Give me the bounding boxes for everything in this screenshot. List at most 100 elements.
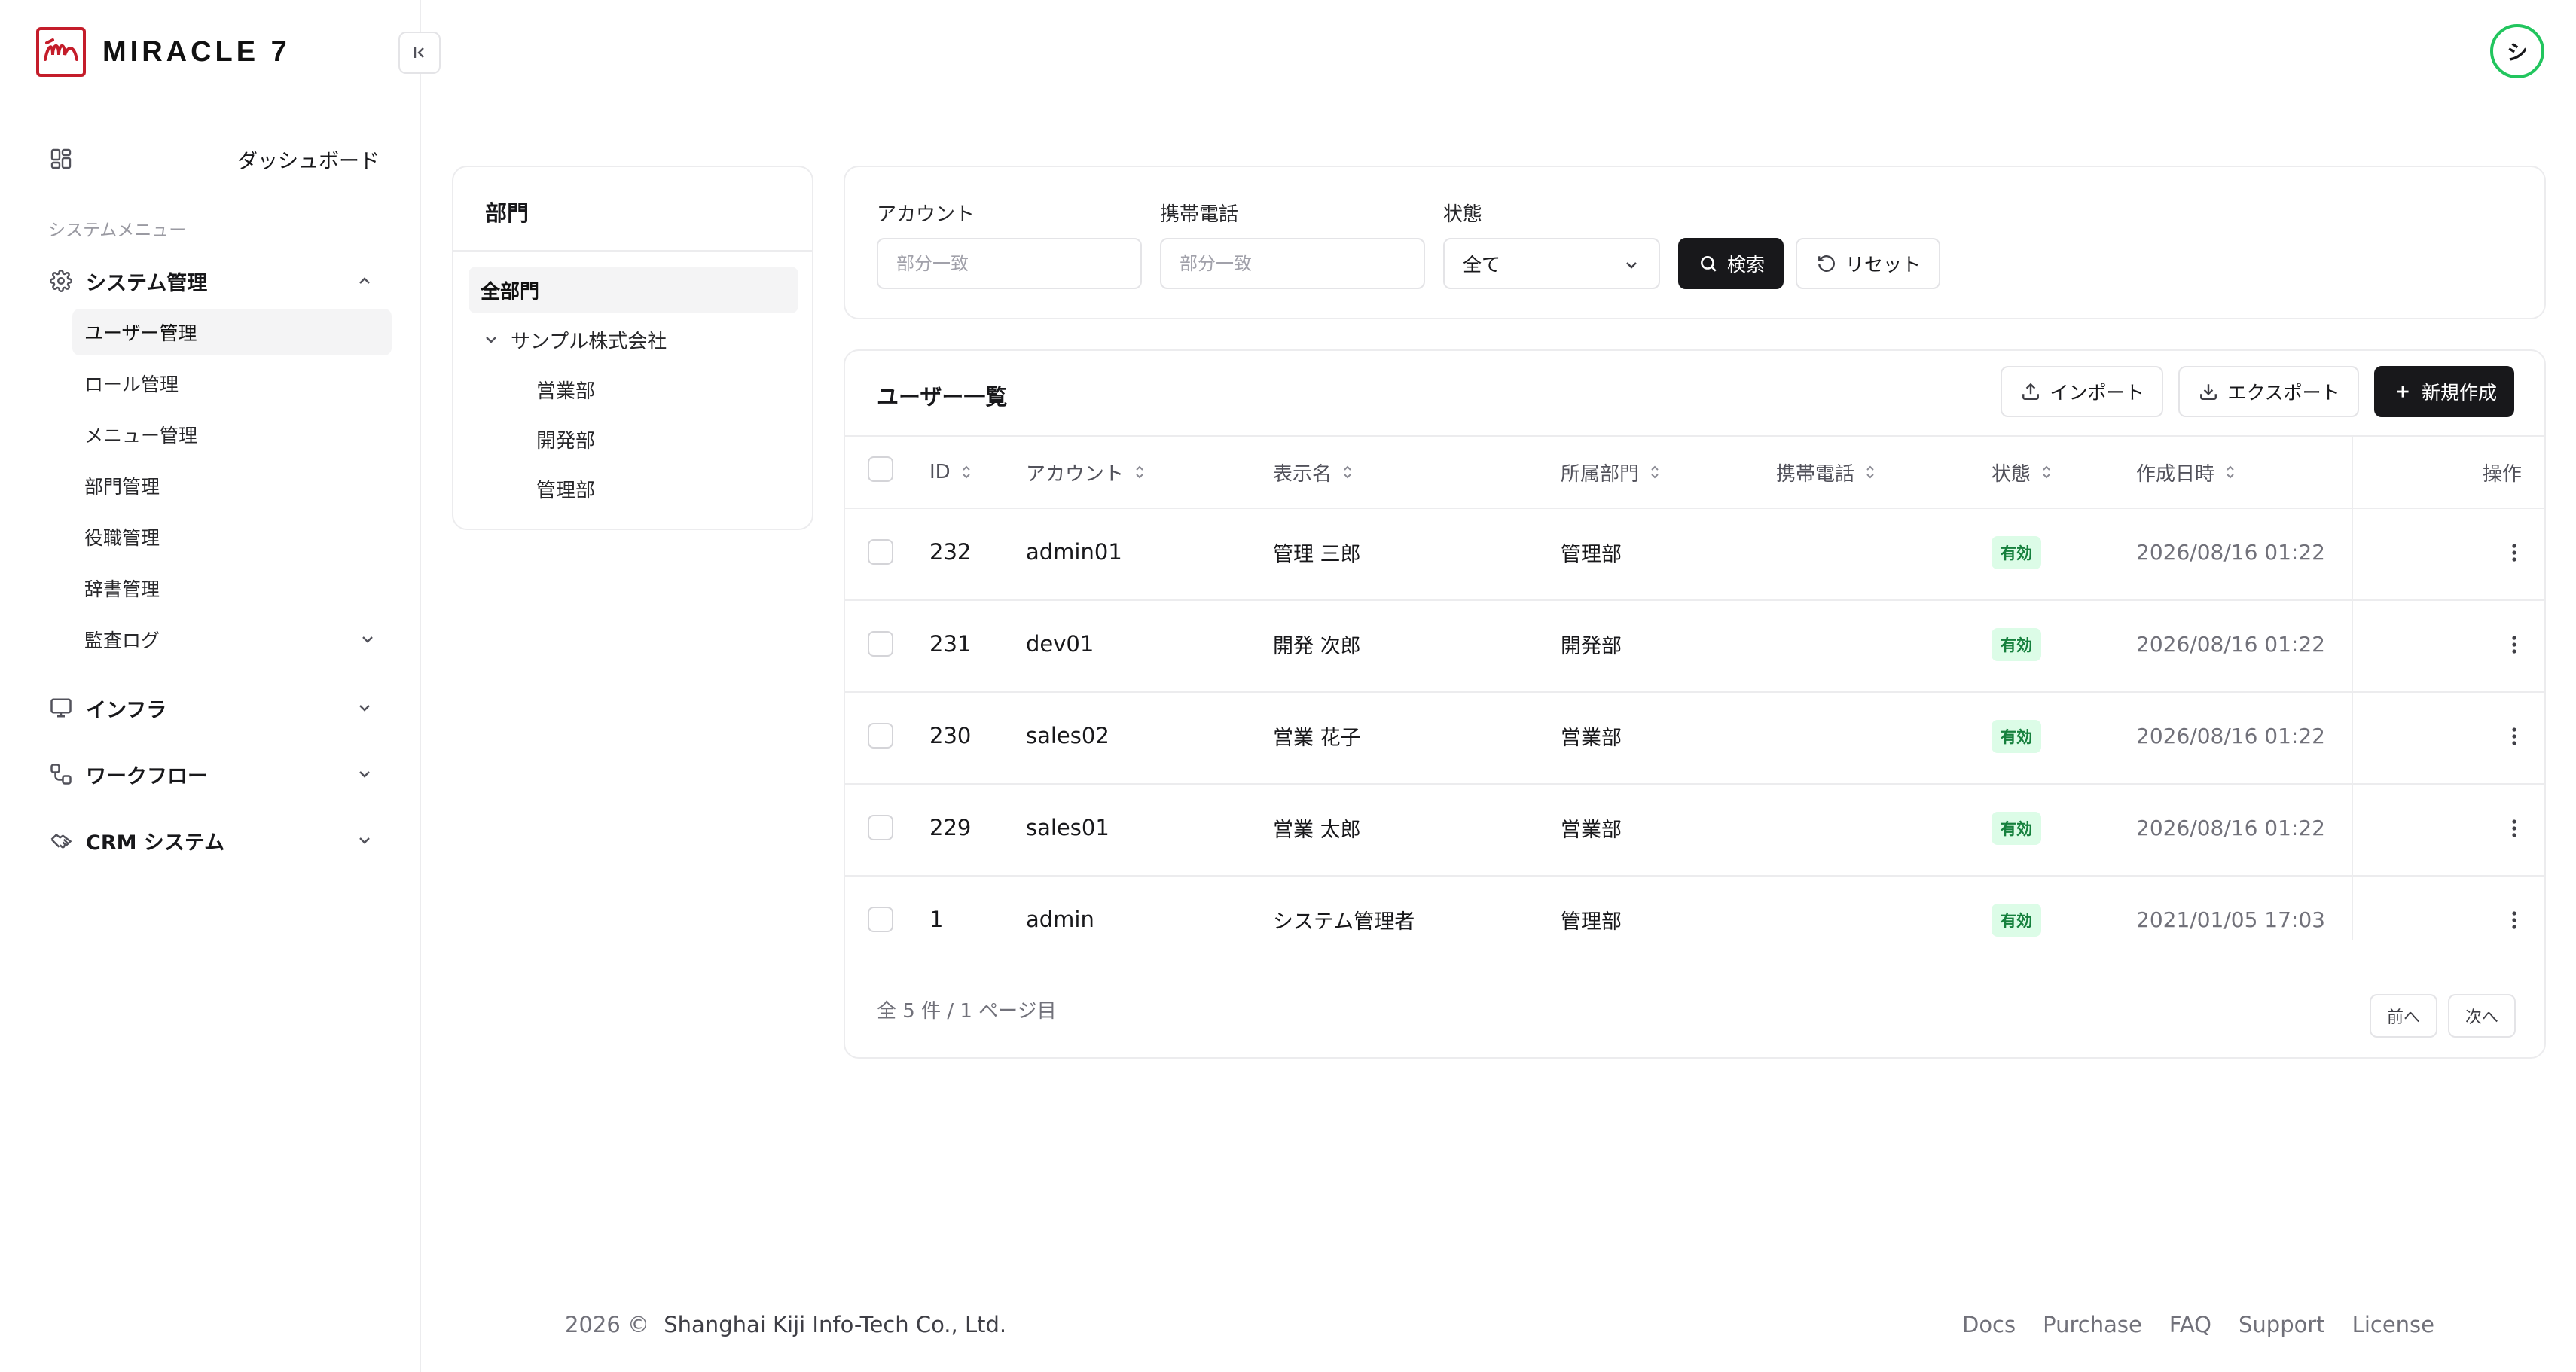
footer-link-docs[interactable]: Docs	[1962, 1312, 2016, 1337]
cell-created: 2026/08/16 01:22	[2136, 815, 2325, 840]
dept-node-admin[interactable]: 管理部	[469, 465, 798, 512]
cell-display-name: 開発 次郎	[1273, 634, 1361, 658]
dept-node-label: 管理部	[536, 479, 596, 502]
sidebar-item-label: メニュー管理	[84, 425, 198, 447]
sidebar-group-system[interactable]: システム管理	[48, 258, 386, 303]
sidebar-item-positions[interactable]: 役職管理	[72, 514, 392, 560]
import-button-label: インポート	[2050, 382, 2144, 404]
chevron-up-icon	[354, 270, 375, 291]
brand-logo[interactable]: MIRACLE 7	[36, 27, 291, 77]
sort-icon	[1341, 462, 1354, 482]
row-checkbox[interactable]	[868, 539, 893, 565]
sidebar-item-audit-log[interactable]: 監査ログ	[72, 616, 392, 663]
row-actions-menu-icon[interactable]	[2499, 905, 2529, 935]
row-actions-menu-icon[interactable]	[2499, 721, 2529, 752]
sidebar-item-departments[interactable]: 部門管理	[72, 462, 392, 509]
sort-icon	[1133, 462, 1146, 482]
row-checkbox[interactable]	[868, 723, 893, 749]
footer-link-license[interactable]: License	[2352, 1312, 2434, 1337]
next-page-button[interactable]: 次へ	[2448, 994, 2516, 1038]
status-badge: 有効	[1992, 904, 2041, 937]
column-header-phone[interactable]: 携帯電話	[1776, 453, 1877, 491]
sidebar-item-roles[interactable]: ロール管理	[72, 360, 392, 407]
row-checkbox[interactable]	[868, 631, 893, 657]
status-badge: 有効	[1992, 536, 2041, 569]
row-actions-menu-icon[interactable]	[2499, 630, 2529, 660]
cell-account: admin01	[1026, 539, 1122, 565]
sidebar-group-label: インフラ	[86, 698, 167, 722]
upload-icon	[2019, 380, 2042, 403]
dept-node-all[interactable]: 全部門	[469, 267, 798, 313]
footer-link-purchase[interactable]: Purchase	[2043, 1312, 2142, 1337]
sidebar-item-menus[interactable]: メニュー管理	[72, 411, 392, 458]
dept-node-sales[interactable]: 営業部	[469, 366, 798, 413]
sidebar-item-dashboard[interactable]: ダッシュボード	[48, 136, 386, 181]
row-checkbox[interactable]	[868, 815, 893, 840]
dept-node-company[interactable]: サンプル株式会社	[469, 316, 798, 363]
chevron-down-icon	[354, 697, 375, 718]
gear-icon	[48, 268, 74, 294]
sidebar-item-label: ロール管理	[84, 373, 179, 395]
cell-account: sales01	[1026, 815, 1109, 840]
account-filter-input[interactable]	[877, 238, 1142, 289]
row-actions-menu-icon[interactable]	[2499, 538, 2529, 568]
status-filter-label: 状態	[1443, 203, 1483, 226]
sidebar-group-crm[interactable]: CRM システム	[48, 818, 386, 863]
user-avatar[interactable]: シ	[2490, 24, 2544, 78]
footer-link-support[interactable]: Support	[2239, 1312, 2325, 1337]
row-checkbox[interactable]	[868, 907, 893, 932]
search-icon	[1697, 252, 1720, 275]
column-header-id[interactable]: ID	[929, 453, 973, 491]
column-header-label: アカウント	[1026, 462, 1125, 486]
cell-created: 2026/08/16 01:22	[2136, 723, 2325, 749]
divider	[845, 599, 2544, 601]
sort-icon	[2040, 462, 2053, 482]
copyright-year: 2026 ©	[565, 1312, 650, 1337]
divider	[845, 508, 2544, 509]
row-actions-menu-icon[interactable]	[2499, 813, 2529, 843]
search-button[interactable]: 検索	[1678, 238, 1784, 289]
actions-column-separator	[2352, 437, 2353, 940]
prev-page-button[interactable]: 前へ	[2370, 994, 2437, 1038]
status-badge: 有効	[1992, 628, 2041, 661]
export-button[interactable]: エクスポート	[2178, 366, 2359, 417]
cell-created: 2026/08/16 01:22	[2136, 631, 2325, 657]
sort-icon	[2223, 462, 2237, 482]
import-button[interactable]: インポート	[2001, 366, 2163, 417]
column-header-actions: 操作	[2483, 453, 2522, 491]
sidebar-item-users[interactable]: ユーザー管理	[72, 309, 392, 355]
cell-account: dev01	[1026, 631, 1094, 657]
sidebar-item-label: 辞書管理	[84, 578, 160, 600]
cell-department: 開発部	[1561, 634, 1622, 658]
status-badge: 有効	[1992, 720, 2041, 753]
pagination-summary: 全 5 件 / 1 ページ目	[877, 1000, 1057, 1023]
column-header-status[interactable]: 状態	[1992, 453, 2053, 491]
column-header-account[interactable]: アカウント	[1026, 453, 1146, 491]
footer-link-faq[interactable]: FAQ	[2169, 1312, 2211, 1337]
cell-id: 232	[929, 539, 972, 565]
phone-filter-input[interactable]	[1160, 238, 1425, 289]
cell-department: 管理部	[1561, 542, 1622, 566]
dept-node-dev[interactable]: 開発部	[469, 416, 798, 462]
sidebar-collapse-button[interactable]	[398, 32, 441, 74]
column-header-label: 表示名	[1273, 462, 1332, 486]
column-header-department[interactable]: 所属部門	[1561, 453, 1662, 491]
create-user-button[interactable]: 新規作成	[2374, 366, 2514, 417]
column-header-label: 状態	[1992, 462, 2031, 486]
workflow-icon	[48, 761, 74, 787]
sidebar-group-workflow[interactable]: ワークフロー	[48, 752, 386, 797]
sidebar-group-infra[interactable]: インフラ	[48, 685, 386, 730]
chevron-down-icon[interactable]	[481, 329, 502, 350]
copyright-company: Shanghai Kiji Info-Tech Co., Ltd.	[664, 1312, 1007, 1337]
sidebar-item-dictionary[interactable]: 辞書管理	[72, 565, 392, 611]
reset-button[interactable]: リセット	[1796, 238, 1940, 289]
sort-icon	[1648, 462, 1662, 482]
column-header-created[interactable]: 作成日時	[2136, 453, 2237, 491]
status-filter-select[interactable]: 全て	[1443, 238, 1660, 289]
select-all-checkbox[interactable]	[868, 456, 893, 482]
column-header-display-name[interactable]: 表示名	[1273, 453, 1354, 491]
monitor-icon	[48, 695, 74, 721]
sidebar-item-label: 役職管理	[84, 527, 160, 549]
cell-created: 2026/08/16 01:22	[2136, 539, 2325, 565]
cell-display-name: 営業 太郎	[1273, 818, 1361, 842]
